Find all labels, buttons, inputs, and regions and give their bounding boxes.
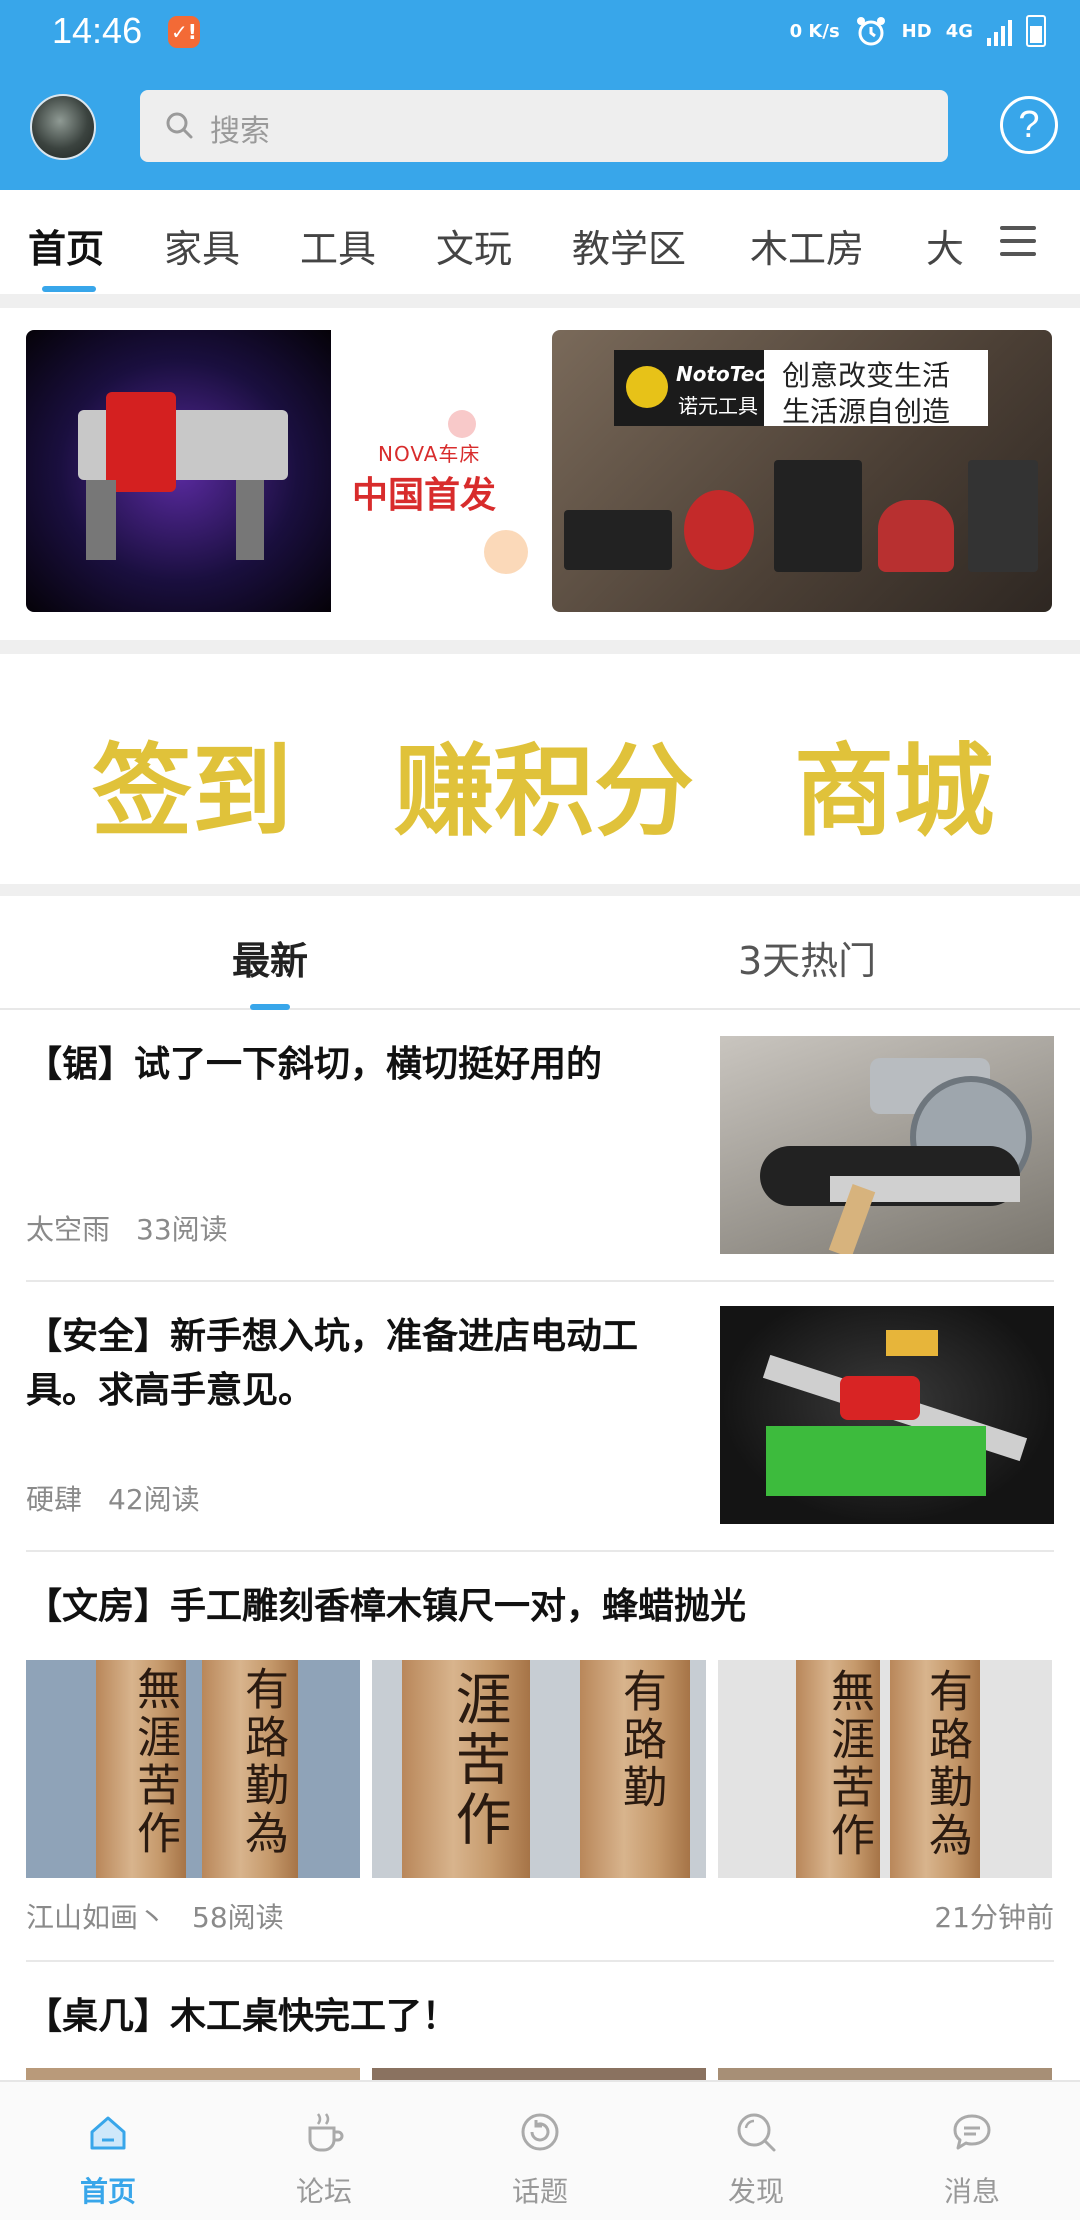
banner-headline: 中国首发	[352, 475, 497, 516]
search-placeholder: 搜索	[210, 114, 270, 149]
signal-icon	[987, 16, 1012, 46]
nav-discover[interactable]: 发现	[648, 2082, 864, 2222]
banner-slogan-2: 生活源自创造	[782, 395, 951, 428]
post-time: 21分钟前	[934, 1901, 1054, 1934]
banner-logo-block: NotoTec 诺元工具 创意改变生活 生活源自创造	[614, 350, 988, 428]
nav-label: 首页	[79, 2175, 136, 2208]
banner-nototec[interactable]: NotoTec 诺元工具 创意改变生活 生活源自创造	[552, 330, 1052, 612]
menu-icon[interactable]	[1000, 226, 1036, 256]
nototec-logo: NotoTec 诺元工具	[614, 350, 766, 426]
tool-image	[878, 500, 954, 572]
status-time: 14:46	[52, 10, 143, 51]
post-divider	[26, 1960, 1054, 1962]
active-tab-indicator	[42, 286, 96, 292]
post-author: 太空雨	[26, 1213, 111, 1246]
post-image: 無涯苦作 有路勤為	[718, 1660, 1052, 1878]
lathe-image	[26, 330, 331, 612]
mall-button[interactable]: 商城	[794, 710, 994, 855]
banner-nova-lathe[interactable]: NOVA车床 中国首发	[26, 330, 528, 612]
nav-messages[interactable]: 消息	[864, 2082, 1080, 2222]
post-meta: 太空雨 33阅读	[26, 1208, 228, 1248]
battery-icon	[1026, 15, 1046, 47]
alarm-icon	[856, 17, 885, 46]
active-feed-indicator	[250, 1004, 290, 1010]
tab-teaching[interactable]: 教学区	[572, 218, 686, 273]
post-author: 硬肆	[26, 1483, 83, 1516]
tab-home[interactable]: 首页	[28, 218, 104, 273]
status-bar: 14:46 ✓! 0 K/s HD 4G	[0, 0, 1080, 64]
network-type: 4G	[945, 20, 973, 42]
post-divider	[26, 1550, 1054, 1552]
post-meta: 江山如画丶 58阅读	[26, 1896, 284, 1936]
refresh-circle-icon	[521, 2113, 559, 2151]
post-divider	[26, 1280, 1054, 1282]
tab-tools[interactable]: 工具	[300, 218, 376, 273]
post-meta: 硬肆 42阅读	[26, 1478, 200, 1518]
tab-collectibles[interactable]: 文玩	[436, 218, 512, 273]
earn-points-button[interactable]: 赚积分	[394, 710, 694, 855]
avatar[interactable]	[30, 94, 96, 160]
hd-indicator: HD	[901, 20, 932, 42]
tab-latest[interactable]: 最新	[232, 930, 308, 985]
post-thumbnail	[720, 1306, 1054, 1524]
nav-label: 话题	[511, 2175, 568, 2208]
divider	[0, 884, 1080, 896]
post-reads: 58阅读	[192, 1901, 284, 1934]
post-title: 【锯】试了一下斜切，横切挺好用的	[26, 1044, 603, 1085]
nav-home[interactable]: 首页	[0, 2082, 216, 2222]
category-tabs: 首页 家具 工具 文玩 教学区 木工房 大	[0, 190, 1080, 294]
banner-brand: NOVA车床	[378, 442, 481, 466]
post-reads: 42阅读	[108, 1483, 200, 1516]
nav-topics[interactable]: 话题	[432, 2082, 648, 2222]
nav-label: 消息	[943, 2175, 1000, 2208]
nav-forum[interactable]: 论坛	[216, 2082, 432, 2222]
search-input[interactable]: 搜索	[140, 90, 948, 162]
post-reads: 33阅读	[136, 1213, 228, 1246]
bottom-nav: 首页 论坛 话题 发现 消息	[0, 2080, 1080, 2220]
tab-workshop[interactable]: 木工房	[750, 218, 864, 273]
notification-badge: ✓!	[168, 16, 200, 48]
post-image: 無涯苦作 有路勤為	[26, 1660, 360, 1878]
home-icon	[90, 2116, 126, 2150]
network-speed: 0 K/s	[789, 20, 840, 42]
post-image	[26, 2068, 360, 2080]
tool-image	[968, 460, 1038, 572]
tool-image	[774, 460, 862, 572]
search-icon	[166, 112, 193, 139]
coffee-cup-icon	[308, 2113, 344, 2152]
nav-label: 论坛	[295, 2175, 352, 2208]
divider	[0, 640, 1080, 654]
post-image	[718, 2068, 1052, 2080]
search-icon	[737, 2113, 776, 2152]
status-icons: 0 K/s HD 4G	[790, 14, 1046, 48]
post-title: 【文房】手工雕刻香樟木镇尺一对，蜂蜡抛光	[26, 1586, 747, 1627]
post-title: 【桌几】木工桌快完工了！	[26, 1996, 459, 2037]
tab-hot-3days[interactable]: 3天热门	[738, 930, 876, 985]
feed-tabs: 最新 3天热门	[0, 896, 1080, 1010]
app-header: 14:46 ✓! 0 K/s HD 4G 搜索 ?	[0, 0, 1080, 190]
tool-image	[684, 490, 754, 570]
post-author: 江山如画丶	[26, 1901, 167, 1934]
quick-actions: 签到 赚积分 商城	[0, 654, 1080, 884]
banner-slogan-1: 创意改变生活	[782, 359, 951, 392]
chat-bubble-icon	[953, 2114, 991, 2150]
checkin-button[interactable]: 签到	[92, 710, 292, 855]
post-image: 涯苦作 有路勤	[372, 1660, 706, 1878]
divider	[0, 294, 1080, 308]
tool-image	[564, 510, 672, 570]
help-icon[interactable]: ?	[1000, 96, 1058, 154]
tab-furniture[interactable]: 家具	[164, 218, 240, 273]
post-thumbnail	[720, 1036, 1054, 1254]
nav-label: 发现	[727, 2175, 784, 2208]
post-image	[372, 2068, 706, 2080]
post-title: 【安全】新手想入坑，准备进店电动工具。求高手意见。	[26, 1316, 639, 1411]
